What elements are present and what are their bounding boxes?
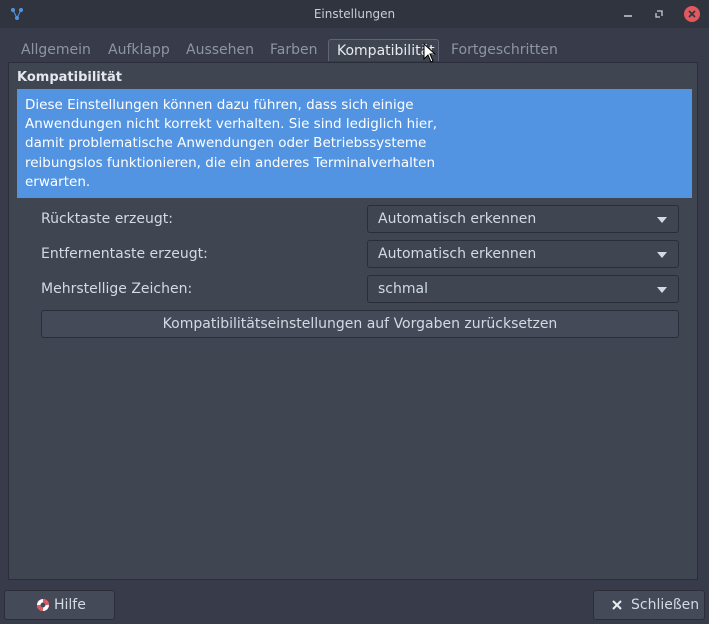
window-title: Einstellungen: [313, 7, 396, 21]
tab-fortgeschritten[interactable]: Fortgeschritten: [451, 42, 558, 64]
help-button[interactable]: Hilfe: [4, 590, 115, 620]
tab-aufklapp[interactable]: Aufklapp: [108, 42, 170, 64]
minimize-icon[interactable]: [620, 6, 636, 22]
delete-label: Entfernentaste erzeugt:: [41, 246, 208, 262]
info-line: damit problematische Anwendungen oder Be…: [25, 135, 427, 152]
tab-bar: Allgemein Aufklapp Aussehen Farben Kompa…: [0, 38, 709, 62]
dropdown-arrow-icon: [657, 217, 667, 223]
close-button[interactable]: Schließen: [593, 590, 705, 620]
backspace-value: Automatisch erkennen: [378, 211, 537, 227]
help-label: Hilfe: [54, 597, 86, 613]
info-line: reibungslos funktionieren, die ein ander…: [25, 154, 436, 171]
info-line: Anwendungen nicht korrekt verhalten. Sie…: [25, 116, 438, 133]
close-icon: [612, 600, 622, 610]
tab-farben[interactable]: Farben: [270, 42, 317, 64]
close-label: Schließen: [631, 597, 700, 613]
mouse-cursor-icon: [423, 43, 437, 63]
lifebuoy-icon: [37, 599, 49, 611]
dropdown-arrow-icon: [657, 287, 667, 293]
backspace-select[interactable]: Automatisch erkennen: [367, 205, 679, 233]
maximize-icon[interactable]: [651, 6, 667, 22]
ambiguous-width-label: Mehrstellige Zeichen:: [41, 281, 193, 297]
section-title: Kompatibilität: [17, 70, 122, 85]
ambiguous-width-value: schmal: [378, 281, 428, 297]
info-line: erwarten.: [25, 173, 91, 190]
ambiguous-width-select[interactable]: schmal: [367, 275, 679, 303]
tab-allgemein[interactable]: Allgemein: [21, 42, 91, 64]
tab-aussehen[interactable]: Aussehen: [186, 42, 254, 64]
delete-select[interactable]: Automatisch erkennen: [367, 240, 679, 268]
reset-compatibility-button[interactable]: Kompatibilitätseinstellungen auf Vorgabe…: [41, 310, 679, 338]
title-bar: Einstellungen: [0, 0, 709, 28]
info-banner: Diese Einstellungen können dazu führen, …: [17, 89, 692, 198]
dropdown-arrow-icon: [657, 252, 667, 258]
delete-value: Automatisch erkennen: [378, 246, 537, 262]
backspace-label: Rücktaste erzeugt:: [41, 211, 173, 227]
info-line: Diese Einstellungen können dazu führen, …: [25, 97, 414, 113]
close-window-icon[interactable]: [684, 6, 700, 22]
